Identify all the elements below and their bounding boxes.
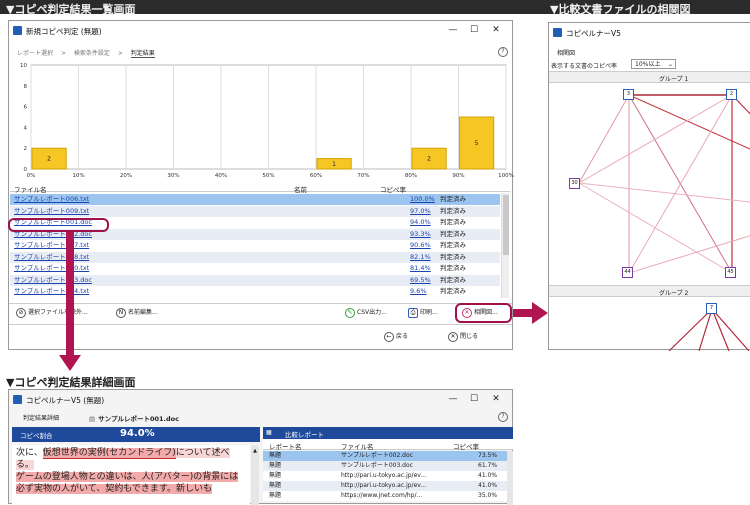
filter-label: 表示する文書のコピペ率 — [551, 63, 618, 70]
arrow-to-correlation — [513, 302, 548, 324]
compare-row[interactable]: 無題 http://pari.u-tokyo.ac.jp/ev... 41.0% — [263, 481, 507, 491]
minimize-button[interactable]: — — [446, 393, 460, 406]
rate-cell: 73.5% — [478, 452, 498, 459]
group2-graph — [668, 308, 750, 351]
file-name-cell: http://pari.u-tokyo.ac.jp/ev... — [341, 482, 427, 489]
report-name-cell: 無題 — [269, 472, 282, 479]
text-copied[interactable]: 仮想世界の実例(セカンドライフ) — [42, 448, 176, 459]
report-name-cell: 無題 — [269, 462, 282, 469]
chevron-down-icon: ⌄ — [667, 61, 673, 68]
report-text-body: 次に、仮想世界の実例(セカンドライフ)について述べる。 ゲームの登場人物との違い… — [12, 445, 250, 505]
file-name-cell: サンプルレポート002.doc — [341, 452, 413, 459]
compare-header: ▦ 比較レポート — [263, 427, 513, 439]
compare-row[interactable]: 無題 サンプルレポート003.doc 61.7% — [263, 461, 507, 471]
correlation-node[interactable]: 30 — [569, 178, 580, 189]
group2-label: グループ 2 — [659, 290, 689, 297]
correlation-node[interactable]: 45 — [725, 267, 736, 278]
help-icon[interactable]: ? — [498, 412, 508, 422]
copy-rate-bar: コピペ割合 94.0% — [12, 427, 260, 442]
correlation-node[interactable]: 44 — [622, 267, 633, 278]
text-scrollbar[interactable]: ▲ — [251, 445, 259, 505]
correlation-window-title: コピペルナーV5 — [566, 29, 621, 38]
detail-file-label: サンプルレポート001.doc — [98, 415, 179, 423]
text-copied[interactable]: ゲームの登場人物との違いは、人(アバター)の背景には必ず実物の人がいて、契約もで… — [16, 472, 239, 494]
detail-tab[interactable]: 判定結果詳細 — [23, 413, 59, 422]
filter-value: 10%以上 — [635, 61, 661, 68]
report-name-cell: 無題 — [269, 452, 282, 459]
correlation-window: コピペルナーV5 相関図 表示する文書のコピペ率 10%以上 ⌄ グループ 1 … — [548, 22, 750, 351]
document-icon: ▤ — [89, 415, 96, 423]
app-icon — [553, 28, 562, 37]
rate-cell: 61.7% — [478, 462, 498, 469]
close-window-button[interactable]: ✕ — [489, 393, 503, 406]
scroll-up-icon[interactable]: ▲ — [252, 448, 258, 456]
detail-file-name: ▤ サンプルレポート001.doc — [89, 413, 179, 423]
correlation-node[interactable]: 7 — [706, 303, 717, 314]
app-icon — [13, 395, 22, 404]
compare-scrollbar[interactable] — [507, 451, 513, 505]
copy-rate-label: コピペ割合 — [20, 432, 53, 440]
report-name-cell: 無題 — [269, 482, 282, 489]
arrow-to-detail — [59, 232, 81, 371]
copy-rate-value: 94.0% — [120, 428, 155, 439]
file-name-cell: http://pari.u-tokyo.ac.jp/ev... — [341, 472, 427, 479]
file-name-cell: サンプルレポート003.doc — [341, 462, 413, 469]
group1-header: グループ 1 — [549, 71, 750, 83]
judgment-detail-window: コピペルナーV5 (無題) — ☐ ✕ 判定結果詳細 ▤ サンプルレポート001.… — [8, 389, 513, 505]
text-plain: 次に、 — [16, 448, 43, 458]
correlation-menu[interactable]: 相関図 — [557, 48, 575, 57]
compare-column-header: レポート名 ファイル名 コピペ率 — [263, 439, 513, 451]
compare-title: 比較レポート — [285, 431, 324, 439]
column-header-file[interactable]: ファイル名 — [341, 441, 374, 451]
filter-select[interactable]: 10%以上 ⌄ — [631, 59, 676, 69]
detail-window-title: コピペルナーV5 (無題) — [26, 396, 105, 405]
compare-icon: ▦ — [266, 429, 272, 436]
correlation-node[interactable]: 2 — [726, 89, 737, 100]
rate-cell: 41.0% — [478, 472, 498, 479]
group2-header: グループ 2 — [549, 285, 750, 297]
column-header-report[interactable]: レポート名 — [269, 441, 302, 451]
group1-label: グループ 1 — [659, 76, 689, 83]
compare-row[interactable]: 無題 サンプルレポート002.doc 73.5% — [263, 451, 507, 461]
rate-cell: 41.0% — [478, 482, 498, 489]
column-header-rate[interactable]: コピペ率 — [453, 441, 479, 451]
correlation-node[interactable]: 3 — [623, 89, 634, 100]
maximize-button[interactable]: ☐ — [467, 393, 481, 406]
compare-row[interactable]: 無題 http://pari.u-tokyo.ac.jp/ev... 41.0% — [263, 471, 507, 481]
